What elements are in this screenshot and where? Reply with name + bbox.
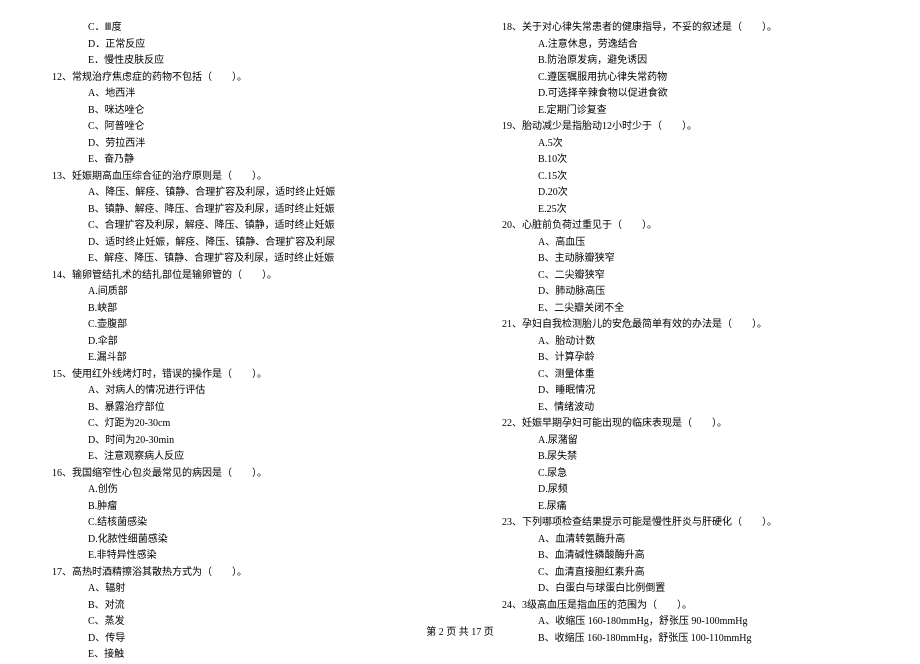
question-line: 24、3级高血压是指血压的范围为（ ）。 [480,598,890,615]
question-line: 14、输卵管结扎术的结扎部位是输卵管的（ ）。 [30,268,440,285]
option-line: D.伞部 [30,334,440,351]
option-line: E、奋乃静 [30,152,440,169]
option-line: D、肺动脉高压 [480,284,890,301]
option-line: D、时间为20-30min [30,433,440,450]
question-line: 13、妊娠期高血压综合征的治疗原则是（ ）。 [30,169,440,186]
question-line: 20、心脏前负荷过重见于（ ）。 [480,218,890,235]
option-line: E.25次 [480,202,890,219]
question-line: 18、关于对心律失常患者的健康指导，不妥的叙述是（ ）。 [480,20,890,37]
option-line: D.化脓性细菌感染 [30,532,440,549]
option-line: C、阿普唑仑 [30,119,440,136]
option-line: E．慢性皮肤反应 [30,53,440,70]
option-line: A、对病人的情况进行评估 [30,383,440,400]
option-line: A.间质部 [30,284,440,301]
option-line: A、血清转氨酶升高 [480,532,890,549]
option-line: D、白蛋白与球蛋白比例倒置 [480,581,890,598]
option-line: D．正常反应 [30,37,440,54]
option-line: E.定期门诊复查 [480,103,890,120]
question-line: 15、使用红外线烤灯时，错误的操作是（ ）。 [30,367,440,384]
option-line: B、血清碱性磷酸酶升高 [480,548,890,565]
option-line: A.尿潴留 [480,433,890,450]
option-line: E.尿痛 [480,499,890,516]
option-line: C.遵医嘱服用抗心律失常药物 [480,70,890,87]
page-footer: 第 2 页 共 17 页 [0,623,920,638]
question-line: 22、妊娠早期孕妇可能出现的临床表现是（ ）。 [480,416,890,433]
option-line: D.尿频 [480,482,890,499]
option-line: B.肿瘤 [30,499,440,516]
option-line: B、镇静、解痉、降压、合理扩容及利尿，适时终止妊娠 [30,202,440,219]
option-line: A、降压、解痉、镇静、合理扩容及利尿，适时终止妊娠 [30,185,440,202]
page-content: C．Ⅲ度D．正常反应E．慢性皮肤反应 12、常规治疗焦虑症的药物不包括（ ）。A… [0,0,920,664]
question-line: 21、孕妇自我检测胎儿的安危最简单有效的办法是（ ）。 [480,317,890,334]
option-line: C．Ⅲ度 [30,20,440,37]
option-line: C、二尖瓣狭窄 [480,268,890,285]
option-line: C.结核菌感染 [30,515,440,532]
option-line: E、接触 [30,647,440,664]
option-line: C、灯距为20-30cm [30,416,440,433]
option-line: C、血清直接胆红素升高 [480,565,890,582]
question-line: 17、高热时酒精擦浴其散热方式为（ ）。 [30,565,440,582]
question-line: 12、常规治疗焦虑症的药物不包括（ ）。 [30,70,440,87]
option-line: B.防治原发病，避免诱因 [480,53,890,70]
option-line: B、主动脉瓣狭窄 [480,251,890,268]
right-column: 18、关于对心律失常患者的健康指导，不妥的叙述是（ ）。A.注意休息，劳逸结合B… [480,20,890,664]
option-line: E.漏斗部 [30,350,440,367]
option-line: C.壶腹部 [30,317,440,334]
left-column: C．Ⅲ度D．正常反应E．慢性皮肤反应 12、常规治疗焦虑症的药物不包括（ ）。A… [30,20,440,664]
option-line: A.5次 [480,136,890,153]
question-line: 19、胎动减少是指胎动12小时少于（ ）。 [480,119,890,136]
option-line: D、睡眠情况 [480,383,890,400]
question-line: 16、我国缩窄性心包炎最常见的病因是（ ）。 [30,466,440,483]
option-line: B、咪达唑仑 [30,103,440,120]
option-line: D.20次 [480,185,890,202]
option-line: A、地西泮 [30,86,440,103]
option-line: E、二尖瓣关闭不全 [480,301,890,318]
option-line: D、适时终止妊娠，解痉、降压、镇静、合理扩容及利尿 [30,235,440,252]
option-line: C.15次 [480,169,890,186]
option-line: D.可选择辛辣食物以促进食欲 [480,86,890,103]
option-line: A、胎动计数 [480,334,890,351]
option-line: A.创伤 [30,482,440,499]
option-line: C.尿急 [480,466,890,483]
option-line: A、高血压 [480,235,890,252]
option-line: B.尿失禁 [480,449,890,466]
option-line: E、注意观察病人反应 [30,449,440,466]
option-line: E.非特异性感染 [30,548,440,565]
option-line: B.峡部 [30,301,440,318]
question-line: 23、下列哪项检查结果提示可能是慢性肝炎与肝硬化（ ）。 [480,515,890,532]
option-line: C、测量体重 [480,367,890,384]
option-line: E、解痉、降压、镇静、合理扩容及利尿，适时终止妊娠 [30,251,440,268]
option-line: A、辐射 [30,581,440,598]
option-line: B.10次 [480,152,890,169]
option-line: E、情绪波动 [480,400,890,417]
option-line: B、对流 [30,598,440,615]
option-line: C、合理扩容及利尿，解痉、降压、镇静，适时终止妊娠 [30,218,440,235]
option-line: D、劳拉西泮 [30,136,440,153]
option-line: B、暴露治疗部位 [30,400,440,417]
option-line: B、计算孕龄 [480,350,890,367]
option-line: A.注意休息，劳逸结合 [480,37,890,54]
